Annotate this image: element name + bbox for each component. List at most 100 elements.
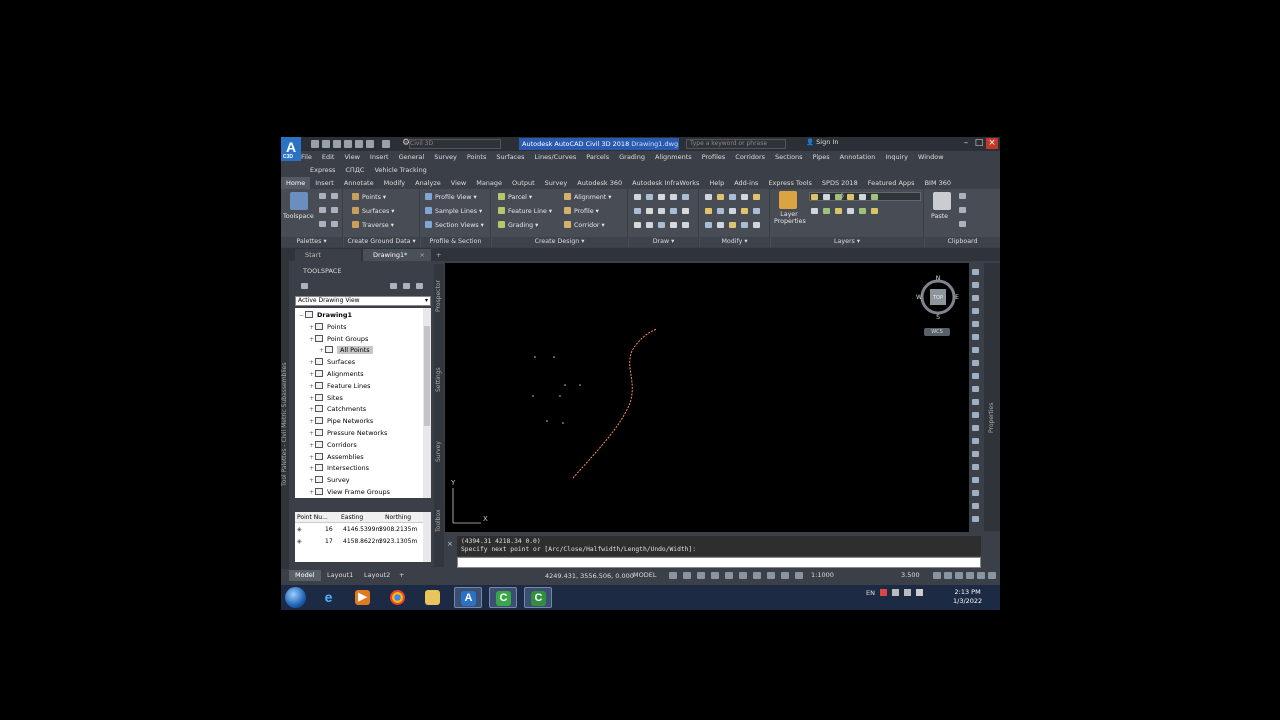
nav-tool-3-icon[interactable] [972,308,979,314]
status-tool-2-icon[interactable] [955,572,963,579]
ribbon-tab-autodesk-infraworks[interactable]: Autodesk InfraWorks [627,177,704,189]
wcs-menu[interactable]: WCS [924,328,950,336]
tree-item-catchments[interactable]: + Catchments [309,404,366,415]
tool-draw-grid-2-4-icon[interactable] [682,222,689,228]
tray-1-icon[interactable] [891,589,899,596]
nav-tool-5-icon[interactable] [972,334,979,340]
tool-layer-tools-1-4-icon[interactable] [859,208,866,214]
tray-0-icon[interactable] [879,589,887,596]
new-icon[interactable] [311,140,319,148]
tool-layer-tools-0-0-icon[interactable] [811,194,818,200]
ribbon-tab-annotate[interactable]: Annotate [339,177,379,189]
ribbon-profile-view-button[interactable]: Profile View ▾ [425,193,477,201]
ribbon-tab-insert[interactable]: Insert [310,177,339,189]
ribbon-tab-modify[interactable]: Modify [379,177,411,189]
menu-surfaces[interactable]: Surfaces [496,153,524,161]
tool-draw-grid-0-3-icon[interactable] [670,194,677,200]
status-toggle-8-icon[interactable] [781,572,789,579]
tab-start[interactable]: Start [295,249,361,261]
menu-general[interactable]: General [399,153,425,161]
tab-survey[interactable]: Survey [435,441,442,462]
annotation-scale[interactable]: 1:1000 [811,571,834,579]
tool-layer-tools-0-1-icon[interactable] [823,194,830,200]
ribbon-tab-bim-360[interactable]: BIM 360 [920,177,956,189]
tool-modify-grid-2-0-icon[interactable] [705,222,712,228]
tab-layout2[interactable]: Layout2 [358,570,396,581]
nav-tool-4-icon[interactable] [972,321,979,327]
tool-modify-grid-1-1-icon[interactable] [717,208,724,214]
tool-modify-grid-0-4-icon[interactable] [753,194,760,200]
nav-tool-19-icon[interactable] [972,516,979,522]
tree-item-corridors[interactable]: + Corridors [309,440,357,451]
status-tool-3-icon[interactable] [966,572,974,579]
coordinates-readout[interactable]: 4249.431, 3556.506, 0.000 [545,572,634,580]
command-close-icon[interactable]: × [447,540,453,548]
tree-item-all-points[interactable]: + All Points [319,345,373,356]
taskbar-media[interactable]: ▶ [349,587,377,608]
grid-header-point-nu[interactable]: Point Nu... [297,512,328,523]
tool-modify-grid-1-2-icon[interactable] [729,208,736,214]
tree-item-sites[interactable]: + Sites [309,393,343,404]
tool-layer-tools-1-5-icon[interactable] [871,208,878,214]
nav-tool-0-icon[interactable] [972,269,979,275]
drawing-canvas[interactable]: Y X [445,263,969,532]
tree-item-intersections[interactable]: + Intersections [309,463,369,474]
elevation-value[interactable]: 3.500 [901,571,920,579]
taskbar-ie[interactable]: e [315,587,343,608]
tree-item-pipe-networks[interactable]: + Pipe Networks [309,416,373,427]
ribbon-grading-button[interactable]: Grading ▾ [498,221,538,229]
tool-layer-tools-0-4-icon[interactable] [859,194,866,200]
status-tool-5-icon[interactable] [988,572,996,579]
ribbon-parcel-button[interactable]: Parcel ▾ [498,193,532,201]
close-icon[interactable]: × [986,138,998,149]
sign-in-link[interactable]: 👤 Sign In [806,138,838,146]
minimize-icon[interactable]: – [960,138,972,149]
draw-title[interactable]: Draw ▾ [629,237,698,247]
tool-modify-grid-2-3-icon[interactable] [741,222,748,228]
tool-modify-grid-2-2-icon[interactable] [729,222,736,228]
new-tab-button[interactable]: + [433,249,445,261]
tab-toolbox[interactable]: Toolbox [435,510,442,533]
grid-header-easting[interactable]: Easting [341,512,363,523]
tool-modify-grid-2-1-icon[interactable] [717,222,724,228]
nav-tool-13-icon[interactable] [972,438,979,444]
ribbon-traverse-button[interactable]: Traverse ▾ [352,221,394,229]
tray-2-icon[interactable] [903,589,911,596]
menu-pipes[interactable]: Pipes [813,153,830,161]
ribbon-tab-featured-apps[interactable]: Featured Apps [863,177,920,189]
status-toggle-2-icon[interactable] [697,572,705,579]
taskbar-chrome[interactable] [384,587,412,608]
menu-alignments[interactable]: Alignments [655,153,692,161]
tree-item-view-frame-groups[interactable]: + View Frame Groups [309,487,390,498]
menu-corridors[interactable]: Corridors [735,153,765,161]
tool-palettes-tab[interactable]: Tool Palettes - Civil Metric Subassembli… [281,362,288,486]
menu-express[interactable]: Express [310,166,335,174]
menu-annotation[interactable]: Annotation [840,153,876,161]
status-tool-1-icon[interactable] [944,572,952,579]
maximize-icon[interactable]: □ [973,138,985,149]
tool-draw-grid-1-0-icon[interactable] [634,208,641,214]
nav-tool-11-icon[interactable] [972,412,979,418]
ribbon-tab-spds-2018[interactable]: SPDS 2018 [817,177,863,189]
layers-title[interactable]: Layers ▾ [771,237,923,247]
nav-tool-15-icon[interactable] [972,464,979,470]
application-menu-button[interactable]: A C3D [281,137,301,161]
tool-modify-grid-2-4-icon[interactable] [753,222,760,228]
toolspace-button[interactable]: Toolspace [283,213,314,220]
ribbon-profile-button[interactable]: Profile ▾ [564,207,599,215]
tree-item-assemblies[interactable]: + Assemblies [309,452,364,463]
status-toggle-6-icon[interactable] [753,572,761,579]
nav-tool-7-icon[interactable] [972,360,979,366]
viewcube[interactable]: TOP N S E W [916,275,960,321]
ribbon-surfaces-button[interactable]: Surfaces ▾ [352,207,394,215]
ribbon-alignment-button[interactable]: Alignment ▾ [564,193,611,201]
taskbar-explorer[interactable] [419,587,447,608]
toolspace-icon[interactable] [290,192,308,210]
search-input[interactable]: Type a keyword or phrase [686,139,786,149]
tool-modify-grid-1-4-icon[interactable] [753,208,760,214]
tool-modify-grid-0-1-icon[interactable] [717,194,724,200]
tool-draw-grid-0-4-icon[interactable] [682,194,689,200]
tool-modify-grid-1-0-icon[interactable] [705,208,712,214]
status-toggle-5-icon[interactable] [739,572,747,579]
tree-item-point-groups[interactable]: + Point Groups [309,334,368,345]
